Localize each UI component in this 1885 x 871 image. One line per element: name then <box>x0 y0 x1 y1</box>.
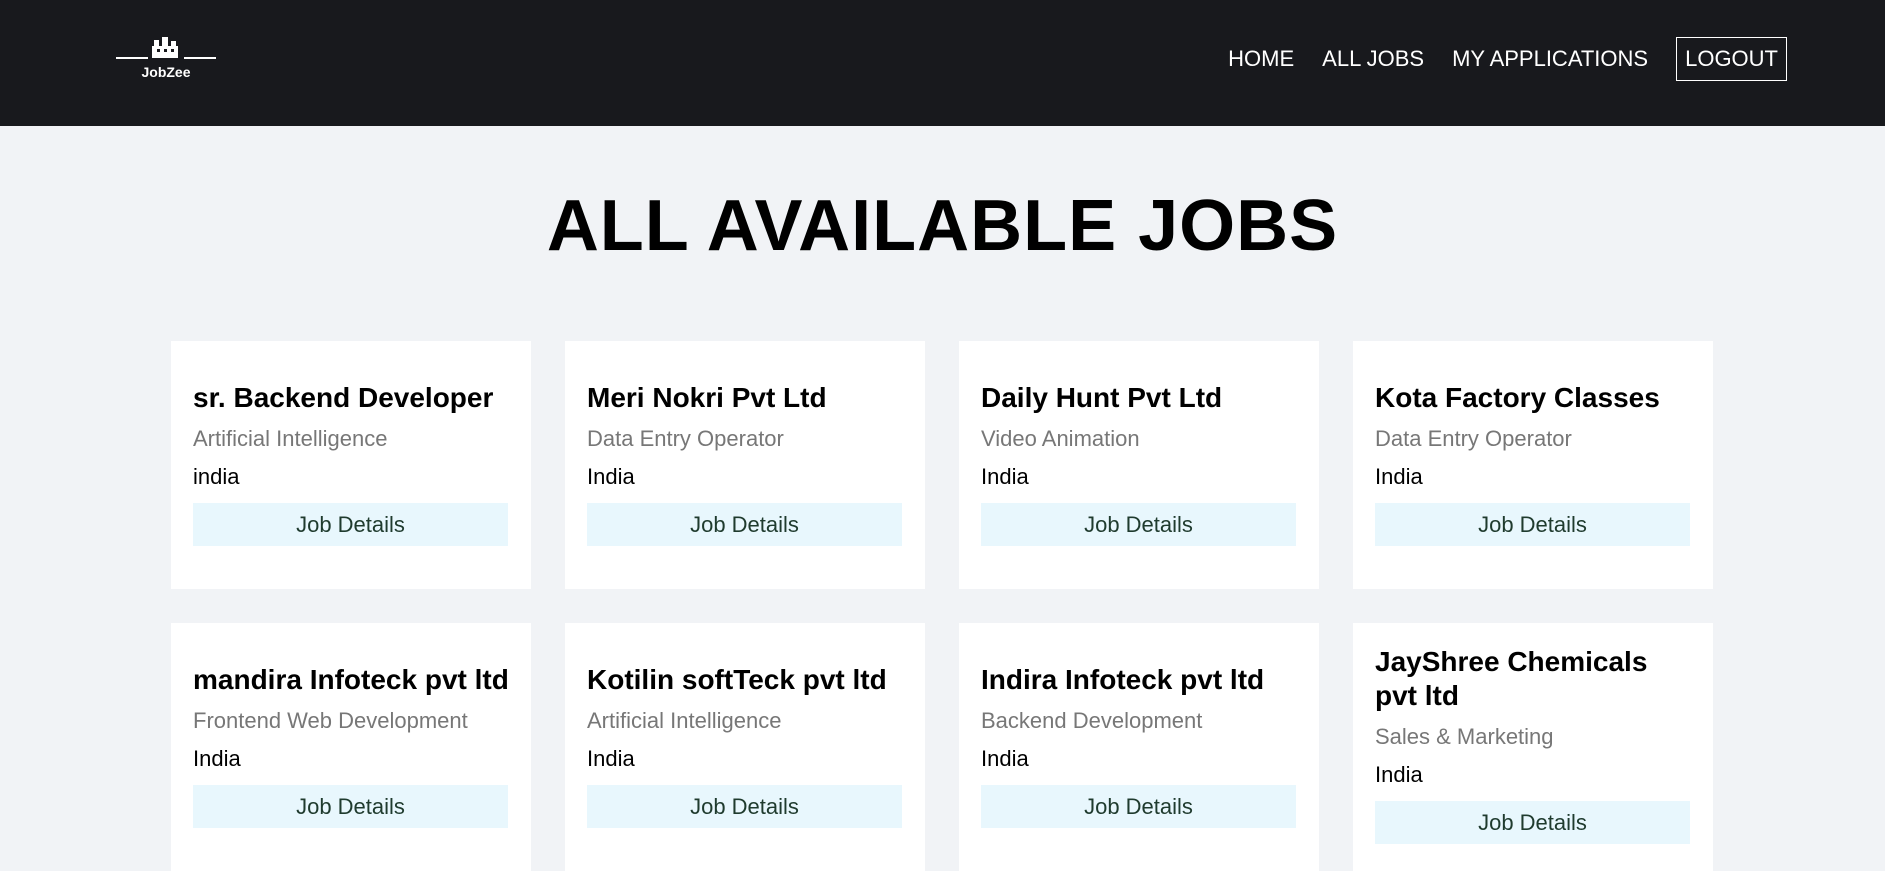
job-title: JayShree Chemicals pvt ltd <box>1375 646 1648 711</box>
job-category: Frontend Web Development <box>193 708 468 733</box>
job-category: Data Entry Operator <box>1375 426 1572 451</box>
nav-my-applications-link[interactable]: MY APPLICATIONS <box>1452 46 1648 72</box>
job-details-button[interactable]: Job Details <box>193 785 508 828</box>
job-details-button[interactable]: Job Details <box>1375 801 1690 844</box>
building-icon <box>116 37 216 59</box>
job-title: Indira Infoteck pvt ltd <box>981 664 1265 695</box>
job-card: Kota Factory Classes Data Entry Operator… <box>1353 341 1713 589</box>
job-title: mandira Infoteck pvt ltd <box>193 664 509 695</box>
job-location: India <box>1375 762 1423 787</box>
job-title: Kotilin softTeck pvt ltd <box>587 664 887 695</box>
job-location: India <box>587 464 635 489</box>
job-card: Kotilin softTeck pvt ltd Artificial Inte… <box>565 623 925 871</box>
navbar: JobZee HOME ALL JOBS MY APPLICATIONS LOG… <box>0 0 1885 126</box>
job-details-button[interactable]: Job Details <box>587 503 902 546</box>
job-card: sr. Backend Developer Artificial Intelli… <box>171 341 531 589</box>
jobzee-logo[interactable]: JobZee <box>116 36 216 84</box>
page-title: ALL AVAILABLE JOBS <box>546 186 1339 266</box>
job-title: sr. Backend Developer <box>193 382 494 413</box>
job-category: Video Animation <box>981 426 1140 451</box>
nav-links: HOME ALL JOBS MY APPLICATIONS LOGOUT <box>1228 36 1787 82</box>
job-title: Daily Hunt Pvt Ltd <box>981 382 1223 413</box>
job-location: India <box>193 746 241 771</box>
nav-home-link[interactable]: HOME <box>1228 46 1294 72</box>
job-category: Data Entry Operator <box>587 426 784 451</box>
job-category: Artificial Intelligence <box>587 708 782 733</box>
job-details-button[interactable]: Job Details <box>1375 503 1690 546</box>
job-card: mandira Infoteck pvt ltd Frontend Web De… <box>171 623 531 871</box>
job-details-button[interactable]: Job Details <box>587 785 902 828</box>
job-location: India <box>981 464 1029 489</box>
job-location: india <box>193 464 240 489</box>
job-location: India <box>981 746 1029 771</box>
job-details-button[interactable]: Job Details <box>193 503 508 546</box>
logout-button[interactable]: LOGOUT <box>1676 37 1787 81</box>
job-details-button[interactable]: Job Details <box>981 785 1296 828</box>
job-title: Kota Factory Classes <box>1375 382 1660 413</box>
nav-all-jobs-link[interactable]: ALL JOBS <box>1322 46 1424 72</box>
job-category: Artificial Intelligence <box>193 426 388 451</box>
job-card: JayShree Chemicals pvt ltd Sales & Marke… <box>1353 623 1713 871</box>
job-card: Meri Nokri Pvt Ltd Data Entry Operator I… <box>565 341 925 589</box>
jobs-grid: sr. Backend Developer Artificial Intelli… <box>171 341 1714 871</box>
job-card: Daily Hunt Pvt Ltd Video Animation India… <box>959 341 1319 589</box>
job-category: Sales & Marketing <box>1375 724 1554 749</box>
job-category: Backend Development <box>981 708 1203 733</box>
job-location: India <box>1375 464 1423 489</box>
job-location: India <box>587 746 635 771</box>
logo-text: JobZee <box>141 64 191 80</box>
job-title: Meri Nokri Pvt Ltd <box>587 382 827 413</box>
job-details-button[interactable]: Job Details <box>981 503 1296 546</box>
job-card: Indira Infoteck pvt ltd Backend Developm… <box>959 623 1319 871</box>
